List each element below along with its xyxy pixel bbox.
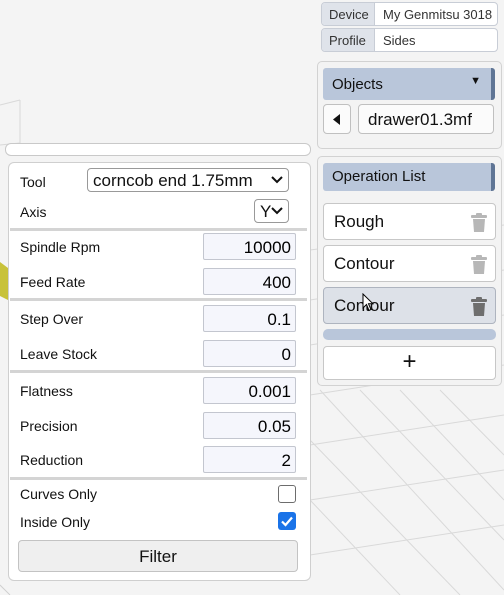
- objects-header-label: Objects: [332, 76, 383, 93]
- objects-panel: Objects ▼ drawer01.3mf: [317, 61, 502, 149]
- flatness-row: Flatness 0.001: [20, 375, 296, 405]
- feed-rate-input[interactable]: 400: [203, 268, 296, 295]
- precision-input[interactable]: 0.05: [203, 412, 296, 439]
- curves-only-label: Curves Only: [20, 486, 98, 502]
- operation-label: Contour: [334, 254, 395, 273]
- inside-only-label: Inside Only: [20, 514, 91, 530]
- chevron-down-icon: [271, 207, 283, 215]
- profile-label: Profile: [322, 29, 375, 51]
- trash-icon[interactable]: [471, 297, 487, 316]
- precision-label: Precision: [20, 418, 78, 434]
- reduction-input[interactable]: 2: [203, 446, 296, 473]
- profile-info[interactable]: Profile Sides: [321, 28, 498, 52]
- spindle-rpm-input[interactable]: 10000: [203, 233, 296, 260]
- axis-label: Axis: [20, 204, 47, 220]
- inside-only-checkbox[interactable]: [278, 512, 296, 530]
- leave-stock-label: Leave Stock: [20, 346, 98, 362]
- device-info[interactable]: Device My Genmitsu 3018: [321, 2, 498, 26]
- curves-only-checkbox[interactable]: [278, 485, 296, 503]
- triangle-left-icon: [333, 114, 340, 125]
- divider: [10, 477, 307, 480]
- precision-row: Precision 0.05: [20, 410, 296, 440]
- reduction-label: Reduction: [20, 452, 84, 468]
- divider: [10, 370, 307, 373]
- operation-list-panel: Operation List Rough Contour Contour +: [317, 156, 502, 386]
- divider: [10, 298, 307, 301]
- previous-object-button[interactable]: [323, 104, 351, 134]
- reduction-row: Reduction 2: [20, 444, 296, 474]
- tool-select-value: corncob end 1.75mm: [93, 171, 253, 190]
- operation-list-title: Operation List: [332, 168, 426, 185]
- caret-down-icon: ▼: [470, 75, 481, 87]
- leave-stock-input[interactable]: 0: [203, 340, 296, 367]
- device-label: Device: [322, 3, 375, 25]
- tool-select[interactable]: corncob end 1.75mm: [87, 168, 289, 192]
- operation-label: Rough: [334, 212, 385, 231]
- operation-list-header: Operation List: [323, 163, 495, 191]
- step-over-input[interactable]: 0.1: [203, 305, 296, 332]
- axis-select[interactable]: Y: [254, 199, 289, 223]
- flatness-label: Flatness: [20, 383, 73, 399]
- operation-progress-bar: [323, 329, 496, 340]
- operation-item-selected[interactable]: Contour: [323, 287, 496, 324]
- step-over-label: Step Over: [20, 311, 84, 327]
- current-object-name[interactable]: drawer01.3mf: [358, 104, 494, 134]
- feed-rate-row: Feed Rate 400: [20, 266, 296, 296]
- flatness-input[interactable]: 0.001: [203, 377, 296, 404]
- operation-item[interactable]: Contour: [323, 245, 496, 282]
- operation-item[interactable]: Rough: [323, 203, 496, 240]
- device-value: My Genmitsu 3018: [383, 7, 493, 22]
- objects-header[interactable]: Objects ▼: [323, 68, 495, 100]
- filter-button[interactable]: Filter: [18, 540, 298, 572]
- feed-rate-label: Feed Rate: [20, 274, 86, 290]
- spindle-rpm-row: Spindle Rpm 10000: [20, 231, 296, 261]
- profile-value: Sides: [383, 33, 416, 48]
- mouse-cursor-icon: [362, 293, 374, 312]
- spindle-rpm-label: Spindle Rpm: [20, 239, 101, 255]
- trash-icon[interactable]: [471, 255, 487, 274]
- step-over-row: Step Over 0.1: [20, 303, 296, 333]
- trash-icon[interactable]: [471, 213, 487, 232]
- leave-stock-row: Leave Stock 0: [20, 338, 296, 368]
- chevron-down-icon: [271, 176, 283, 184]
- checkmark-icon: [281, 516, 293, 527]
- tool-label: Tool: [20, 174, 46, 190]
- axis-select-value: Y: [260, 202, 272, 221]
- panel-title-bar[interactable]: [5, 143, 311, 156]
- add-operation-button[interactable]: +: [323, 346, 496, 380]
